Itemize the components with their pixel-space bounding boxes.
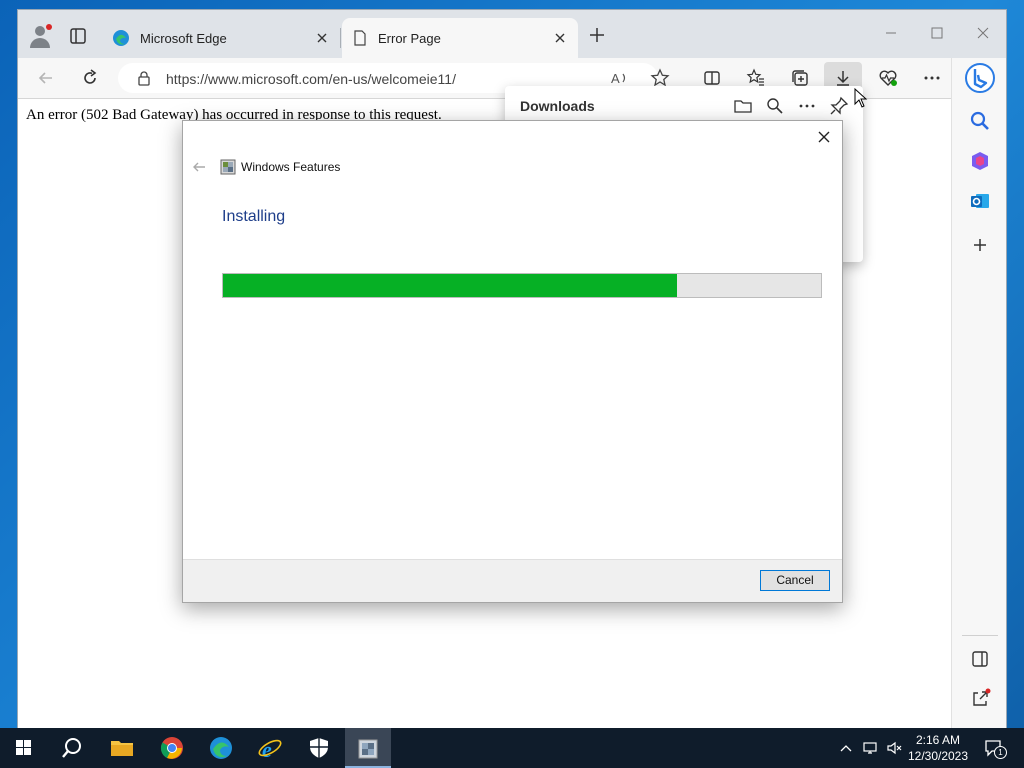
read-aloud-icon[interactable]: A xyxy=(610,68,630,88)
svg-text:A: A xyxy=(611,71,620,86)
favorite-star-icon[interactable] xyxy=(650,68,670,88)
tab-separator xyxy=(340,28,341,48)
clock-date: 12/30/2023 xyxy=(907,749,969,763)
tab-microsoft-edge[interactable]: Microsoft Edge xyxy=(104,18,340,58)
dialog-footer: Cancel xyxy=(183,559,842,602)
internet-explorer-icon[interactable]: e xyxy=(255,734,285,762)
new-tab-icon[interactable] xyxy=(588,26,606,44)
split-screen-icon[interactable] xyxy=(702,68,722,88)
title-bar: Microsoft Edge Error Page xyxy=(18,10,1006,58)
more-download-options-icon[interactable] xyxy=(797,96,817,116)
back-arrow-icon[interactable] xyxy=(191,159,207,175)
more-options-icon[interactable] xyxy=(922,68,942,88)
mouse-cursor-icon xyxy=(854,88,868,108)
network-icon[interactable] xyxy=(862,740,878,756)
edge-sidebar xyxy=(951,58,1006,728)
open-folder-icon[interactable] xyxy=(733,96,753,116)
edge-icon xyxy=(113,30,129,46)
clock-time: 2:16 AM xyxy=(915,733,961,747)
windows-features-dialog: Windows Features Installing Cancel xyxy=(182,120,843,603)
windows-features-icon xyxy=(220,159,236,175)
windows-features-taskbar-button[interactable] xyxy=(345,728,391,768)
taskbar: e 2:16 AM 12/30/2023 1 xyxy=(0,728,1024,768)
open-external-icon[interactable] xyxy=(969,688,991,710)
maximize-icon[interactable] xyxy=(928,24,946,42)
minimize-icon[interactable] xyxy=(882,24,900,42)
office-icon[interactable] xyxy=(969,150,991,172)
file-explorer-icon[interactable] xyxy=(107,734,137,762)
hide-sidebar-icon[interactable] xyxy=(969,648,991,670)
tab-error-page[interactable]: Error Page xyxy=(342,18,578,58)
install-progress-bar xyxy=(222,273,822,298)
show-hidden-icons-icon[interactable] xyxy=(838,740,854,756)
downloads-title: Downloads xyxy=(520,98,595,114)
progress-fill xyxy=(223,274,678,297)
svg-text:e: e xyxy=(262,737,272,762)
windows-security-icon[interactable] xyxy=(304,734,334,762)
cancel-button[interactable]: Cancel xyxy=(760,570,830,591)
search-downloads-icon[interactable] xyxy=(765,96,785,116)
tab-label: Microsoft Edge xyxy=(140,30,227,46)
notification-dot xyxy=(46,24,52,30)
action-center-button[interactable]: 1 xyxy=(984,739,1007,759)
add-icon[interactable] xyxy=(969,234,991,256)
collections-icon[interactable] xyxy=(790,68,810,88)
chrome-icon[interactable] xyxy=(157,734,187,762)
edge-icon[interactable] xyxy=(206,734,236,762)
sidebar-divider xyxy=(962,635,998,636)
start-icon[interactable] xyxy=(9,734,39,762)
pin-icon[interactable] xyxy=(829,96,849,116)
windows-features-icon xyxy=(358,739,378,759)
browser-essentials-icon[interactable] xyxy=(878,68,898,88)
bing-copilot-icon[interactable] xyxy=(964,62,996,94)
dialog-app-title: Windows Features xyxy=(241,160,341,174)
close-dialog-icon[interactable] xyxy=(814,127,834,147)
tab-actions-icon[interactable] xyxy=(68,26,88,46)
search-icon[interactable] xyxy=(969,110,991,132)
system-clock[interactable]: 2:16 AM 12/30/2023 xyxy=(904,732,972,764)
close-tab-icon[interactable] xyxy=(314,30,330,46)
close-tab-icon[interactable] xyxy=(552,30,568,46)
dialog-heading: Installing xyxy=(222,208,286,225)
close-window-icon[interactable] xyxy=(974,24,992,42)
volume-muted-icon[interactable] xyxy=(886,740,902,756)
search-icon[interactable] xyxy=(57,734,87,762)
notification-count: 1 xyxy=(994,746,1007,759)
download-icon xyxy=(837,71,849,86)
profile-button[interactable] xyxy=(26,22,54,50)
favorites-icon[interactable] xyxy=(746,68,766,88)
outlook-icon[interactable] xyxy=(969,190,991,212)
tab-label: Error Page xyxy=(378,30,441,46)
url-text: https://www.microsoft.com/en-us/welcomei… xyxy=(166,71,456,87)
lock-icon[interactable] xyxy=(136,70,152,86)
back-icon[interactable] xyxy=(36,68,56,88)
page-icon xyxy=(354,30,366,46)
refresh-icon[interactable] xyxy=(80,68,100,88)
